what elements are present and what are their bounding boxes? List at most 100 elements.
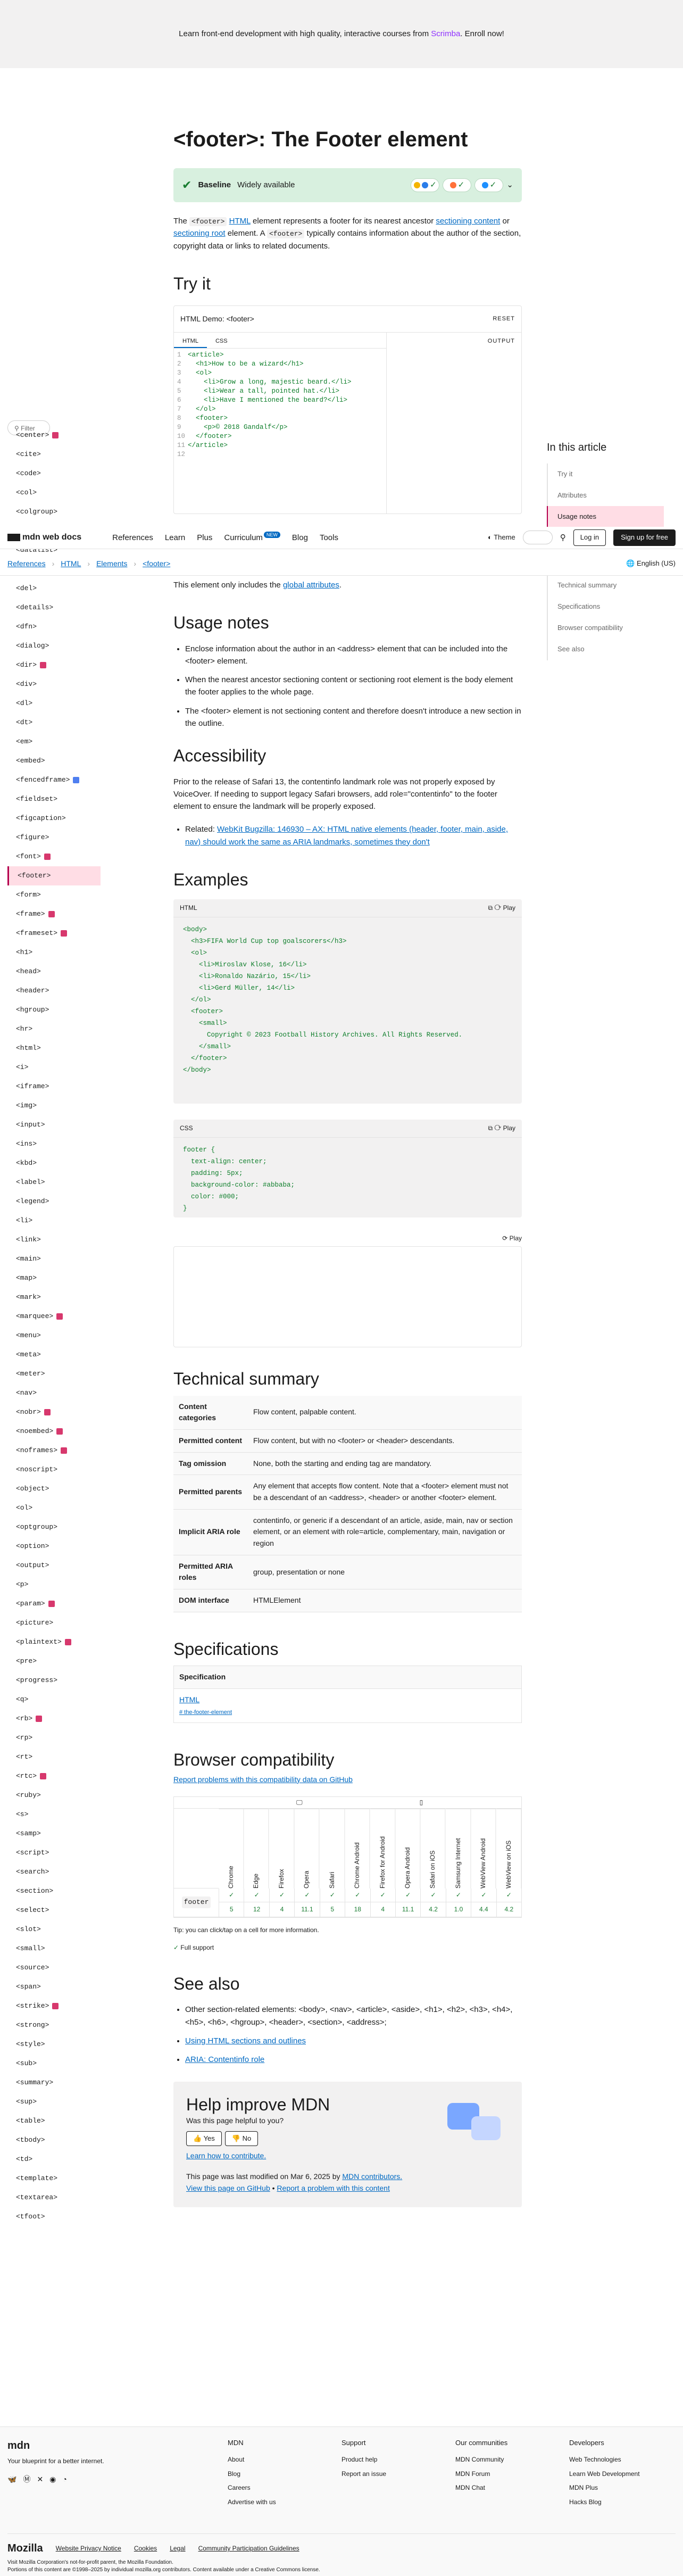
sidebar-item[interactable]: <center>: [7, 426, 101, 445]
baseline-banner[interactable]: ✔ Baseline Widely available ✓ ✓ ✓ ⌄: [173, 168, 522, 202]
sidebar-item[interactable]: <s>: [7, 1805, 101, 1824]
toc-item[interactable]: Specifications: [547, 596, 664, 618]
sidebar-item-active[interactable]: <footer>: [7, 866, 101, 885]
sidebar-item[interactable]: <sup>: [7, 2092, 101, 2111]
sidebar-item[interactable]: <code>: [7, 464, 101, 483]
code-editor[interactable]: 1 <article> 2 <h1>How to be a wizard</h1> 3…: [174, 349, 386, 461]
sidebar-item[interactable]: <search>: [7, 1862, 101, 1882]
sidebar-item[interactable]: <dir>: [7, 656, 101, 675]
crumb-footer[interactable]: <footer>: [143, 558, 170, 570]
crumb-html[interactable]: HTML: [61, 558, 81, 570]
sidebar-item[interactable]: <fencedframe>: [7, 771, 101, 790]
crumb-references[interactable]: References: [7, 558, 46, 570]
sidebar-item[interactable]: <del>: [7, 579, 101, 598]
support-check-icon[interactable]: ✓: [445, 1888, 471, 1902]
sidebar-item[interactable]: <object>: [7, 1479, 101, 1498]
sidebar-item[interactable]: <meta>: [7, 1345, 101, 1364]
sidebar-item[interactable]: <form>: [7, 885, 101, 905]
sidebar-item[interactable]: <figcaption>: [7, 809, 101, 828]
sidebar-item[interactable]: <plaintext>: [7, 1633, 101, 1652]
sidebar-item[interactable]: <kbd>: [7, 1154, 101, 1173]
sidebar-item[interactable]: <marquee>: [7, 1307, 101, 1326]
privacy-link[interactable]: Website Privacy Notice: [56, 2544, 121, 2554]
sidebar-item[interactable]: <hr>: [7, 1020, 101, 1039]
support-check-icon[interactable]: ✓: [244, 1888, 269, 1902]
sidebar-item[interactable]: <output>: [7, 1556, 101, 1575]
mozilla-logo[interactable]: Mozilla: [7, 2540, 43, 2557]
spec-link[interactable]: HTML: [179, 1695, 199, 1704]
sidebar-item[interactable]: <dfn>: [7, 617, 101, 636]
guidelines-link[interactable]: Community Participation Guidelines: [198, 2544, 299, 2554]
sidebar-item[interactable]: <noembed>: [7, 1422, 101, 1441]
footer-logo[interactable]: mdn: [7, 2438, 104, 2454]
scrimba-link[interactable]: Scrimba: [431, 29, 460, 38]
version-cell[interactable]: 4: [370, 1902, 395, 1917]
sidebar-item[interactable]: <rp>: [7, 1728, 101, 1747]
version-cell[interactable]: 11.1: [294, 1902, 320, 1917]
version-cell[interactable]: 4: [269, 1902, 295, 1917]
version-cell[interactable]: 5: [219, 1902, 244, 1917]
language-switcher[interactable]: 🌐 English (US): [626, 558, 676, 569]
sidebar-item[interactable]: <li>: [7, 1211, 101, 1230]
sidebar-item[interactable]: <rb>: [7, 1709, 101, 1728]
login-button[interactable]: Log in: [573, 529, 606, 546]
support-check-icon[interactable]: ✓: [370, 1888, 395, 1902]
mastodon-icon[interactable]: Ⓜ: [23, 2474, 30, 2486]
webkit-bug-link[interactable]: WebKit Bugzilla: 146930 – AX: HTML nativ…: [185, 825, 508, 846]
support-check-icon[interactable]: ✓: [294, 1888, 320, 1902]
sidebar-item[interactable]: <ins>: [7, 1134, 101, 1154]
sectioning-root-link[interactable]: sectioning root: [173, 229, 226, 238]
sidebar-item[interactable]: <figure>: [7, 828, 101, 847]
version-cell[interactable]: 18: [345, 1902, 370, 1917]
sidebar-item[interactable]: <h1>: [7, 943, 101, 962]
sidebar-item[interactable]: <head>: [7, 962, 101, 981]
support-check-icon[interactable]: ✓: [496, 1888, 521, 1902]
no-button[interactable]: 👎 No: [224, 2131, 259, 2146]
sidebar-item[interactable]: <rtc>: [7, 1767, 101, 1786]
global-attributes-link[interactable]: global attributes: [283, 581, 339, 590]
tab-html[interactable]: HTML: [174, 333, 207, 349]
sidebar-item[interactable]: <summary>: [7, 2073, 101, 2092]
sidebar-item[interactable]: <samp>: [7, 1824, 101, 1843]
sidebar-item[interactable]: <optgroup>: [7, 1518, 101, 1537]
version-cell[interactable]: 4.2: [496, 1902, 521, 1917]
sidebar-item[interactable]: <legend>: [7, 1192, 101, 1211]
toc-item[interactable]: Browser compatibility: [547, 617, 664, 639]
sidebar-item[interactable]: <main>: [7, 1249, 101, 1269]
toc-item[interactable]: See also: [547, 639, 664, 660]
rss-icon[interactable]: ◔: [62, 2474, 66, 2486]
sidebar-item[interactable]: <select>: [7, 1901, 101, 1920]
sidebar-item[interactable]: <cite>: [7, 445, 101, 464]
nav-learn[interactable]: Learn: [165, 532, 185, 544]
support-check-icon[interactable]: ✓: [471, 1888, 496, 1902]
mdn-logo[interactable]: mdn web docs: [7, 531, 81, 544]
version-cell[interactable]: 11.1: [395, 1902, 421, 1917]
support-check-icon[interactable]: ✓: [219, 1888, 244, 1902]
x-icon[interactable]: ✕: [37, 2474, 43, 2486]
sidebar-item[interactable]: <fieldset>: [7, 790, 101, 809]
sidebar-item[interactable]: <source>: [7, 1958, 101, 1977]
sidebar-item[interactable]: <map>: [7, 1269, 101, 1288]
sidebar-item[interactable]: <small>: [7, 1939, 101, 1958]
chevron-down-icon[interactable]: ⌄: [506, 179, 513, 191]
toc-item-active[interactable]: Usage notes: [547, 506, 664, 528]
sidebar-item[interactable]: <section>: [7, 1882, 101, 1901]
play-button[interactable]: ⧉ ⟳ Play: [488, 903, 515, 913]
sidebar-item[interactable]: <option>: [7, 1537, 101, 1556]
legal-link[interactable]: Legal: [170, 2544, 185, 2554]
sidebar-item[interactable]: <param>: [7, 1594, 101, 1613]
crumb-elements[interactable]: Elements: [96, 558, 127, 570]
sidebar-item[interactable]: <details>: [7, 598, 101, 617]
support-check-icon[interactable]: ✓: [319, 1888, 345, 1902]
sidebar-item[interactable]: <span>: [7, 1977, 101, 1997]
toc-item[interactable]: Technical summary: [547, 575, 664, 597]
sidebar-item[interactable]: <textarea>: [7, 2188, 101, 2207]
sidebar-item[interactable]: <menu>: [7, 1326, 101, 1345]
play-button[interactable]: ⟳ Play: [173, 1233, 522, 1246]
version-cell[interactable]: 5: [319, 1902, 345, 1917]
nav-plus[interactable]: Plus: [197, 532, 212, 544]
sidebar-item[interactable]: <ol>: [7, 1498, 101, 1518]
sidebar-item[interactable]: <colgroup>: [7, 502, 101, 521]
report-compat-link[interactable]: Report problems with this compatibility …: [173, 1775, 353, 1784]
nav-blog[interactable]: Blog: [292, 532, 308, 544]
